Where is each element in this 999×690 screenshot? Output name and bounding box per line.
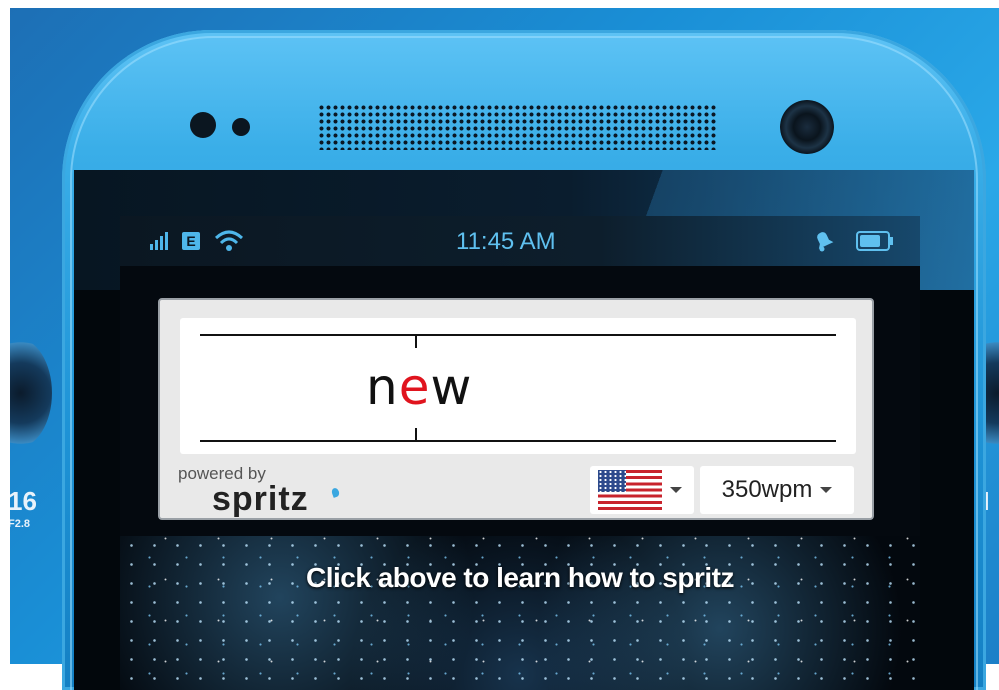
left-bg-label: F2.8	[10, 518, 31, 530]
word-suffix: w	[430, 358, 473, 416]
spritz-widget[interactable]: new powered by spritz 350wpm	[158, 298, 874, 520]
reader-bottom-line	[200, 440, 836, 442]
reader-bottom-tick	[415, 428, 417, 440]
speed-label: 350wpm	[721, 476, 813, 503]
left-bg-number: 16	[10, 486, 37, 516]
status-left-group: E	[150, 230, 244, 252]
chevron-down-icon	[670, 487, 682, 493]
starfield-background	[120, 536, 920, 690]
spritz-drop-icon	[330, 487, 341, 498]
display-area: E 11:45 AM new powered by spritz 350wpm …	[120, 216, 920, 690]
speed-select[interactable]: 350wpm	[700, 466, 854, 514]
language-select[interactable]	[590, 466, 694, 514]
network-e-icon: E	[182, 232, 200, 250]
stars-layer	[120, 536, 920, 690]
learn-hint-text[interactable]: Click above to learn how to spritz	[120, 562, 920, 594]
sensor-dot-small	[232, 118, 250, 136]
front-camera	[780, 100, 834, 154]
us-flag-icon	[598, 470, 662, 510]
speaker-grille	[318, 104, 716, 150]
status-right-group	[812, 230, 893, 252]
chevron-down-icon	[820, 487, 833, 493]
sensor-dot-large	[190, 112, 216, 138]
notification-bell-icon	[817, 232, 834, 252]
signal-icon	[150, 232, 168, 250]
reader-top-line	[200, 334, 836, 336]
reader-top-tick	[415, 336, 417, 348]
phone-frame: E 11:45 AM new powered by spritz 350wpm …	[62, 30, 986, 690]
spritz-logo[interactable]: spritz	[212, 480, 309, 519]
word-orp-letter: e	[398, 358, 431, 416]
battery-icon	[856, 231, 893, 251]
wifi-icon	[214, 230, 244, 251]
status-clock: 11:45 AM	[456, 228, 556, 255]
spritz-reader[interactable]: new	[180, 318, 856, 454]
phone-screen: E 11:45 AM new powered by spritz 350wpm …	[74, 170, 974, 690]
left-lens-graphic	[10, 338, 52, 448]
reader-word: new	[366, 358, 472, 416]
word-prefix: n	[366, 358, 399, 416]
status-bar: E 11:45 AM	[120, 216, 920, 266]
